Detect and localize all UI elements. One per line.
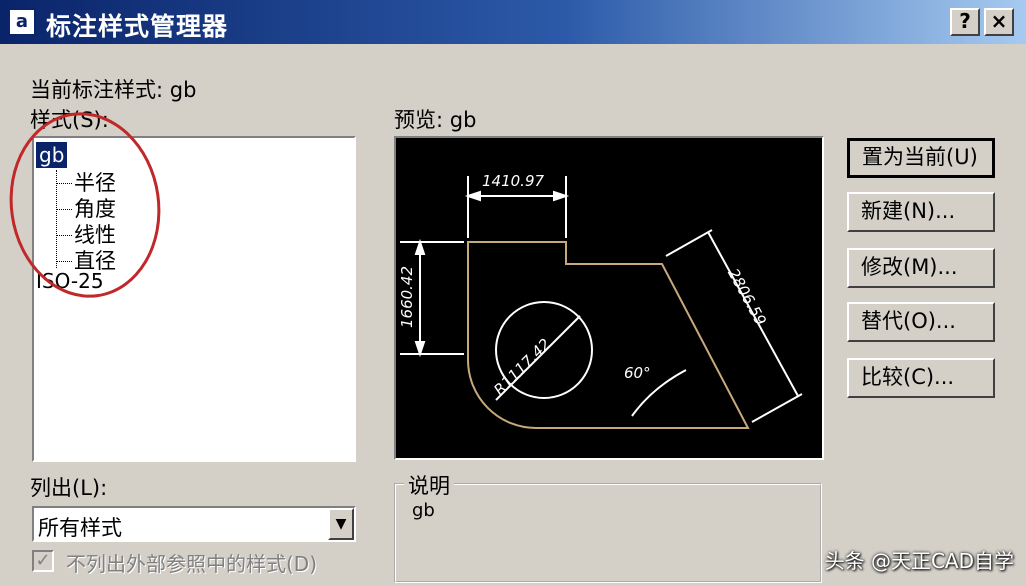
xref-checkbox-label: 不列出外部参照中的样式(D) — [66, 552, 318, 576]
slant-dimension-lines — [665, 229, 803, 423]
preview-canvas: 1410.97 1660.42 2806.59 R1117.42 60° — [394, 136, 824, 460]
preview-label: 预览: gb — [394, 108, 477, 132]
compare-style-button[interactable]: 比较(C)... — [847, 358, 995, 398]
help-button[interactable]: ? — [950, 8, 980, 36]
top-dimension-text: 1410.97 — [482, 172, 545, 190]
tree-connector — [56, 170, 57, 268]
description-group — [394, 483, 822, 583]
tree-item-linear[interactable]: 线性 — [74, 222, 116, 248]
styles-label: 样式(S): — [30, 108, 109, 132]
tree-connector — [56, 183, 72, 184]
override-style-button[interactable]: 替代(O)... — [847, 302, 995, 342]
tree-item-iso25[interactable]: ISO-25 — [36, 268, 104, 294]
close-button[interactable]: × — [984, 8, 1014, 36]
modify-style-button[interactable]: 修改(M)... — [847, 248, 995, 288]
angle-dimension-text: 60° — [624, 364, 651, 382]
chevron-down-icon[interactable]: ▼ — [328, 508, 354, 540]
set-current-button[interactable]: 置为当前(U) — [847, 138, 995, 178]
styles-tree[interactable]: gb 半径 角度 线性 直径 ISO-25 — [32, 136, 356, 462]
watermark-text: 头条 @天正CAD自学 — [824, 549, 1014, 573]
title-bar: a 标注样式管理器 ? × — [0, 0, 1026, 44]
list-filter-select[interactable]: 所有样式 ▼ — [32, 506, 356, 542]
tree-item-radius[interactable]: 半径 — [74, 170, 116, 196]
window-title: 标注样式管理器 — [46, 12, 229, 41]
autocad-app-icon: a — [8, 8, 36, 36]
tree-connector — [56, 209, 72, 210]
list-label: 列出(L): — [30, 476, 108, 500]
current-style-label: 当前标注样式: gb — [30, 78, 197, 102]
new-style-button[interactable]: 新建(N)... — [847, 192, 995, 232]
part-outline — [467, 241, 750, 429]
description-title: 说明 — [404, 470, 454, 500]
tree-item-angle[interactable]: 角度 — [74, 196, 116, 222]
left-dimension-text: 1660.42 — [398, 265, 417, 329]
tree-connector — [56, 235, 72, 236]
tree-connector — [56, 261, 72, 262]
list-filter-value: 所有样式 — [38, 516, 122, 540]
tree-item-gb[interactable]: gb — [36, 142, 68, 168]
xref-checkbox[interactable]: ✓ — [32, 550, 54, 572]
description-text: gb — [412, 500, 435, 521]
